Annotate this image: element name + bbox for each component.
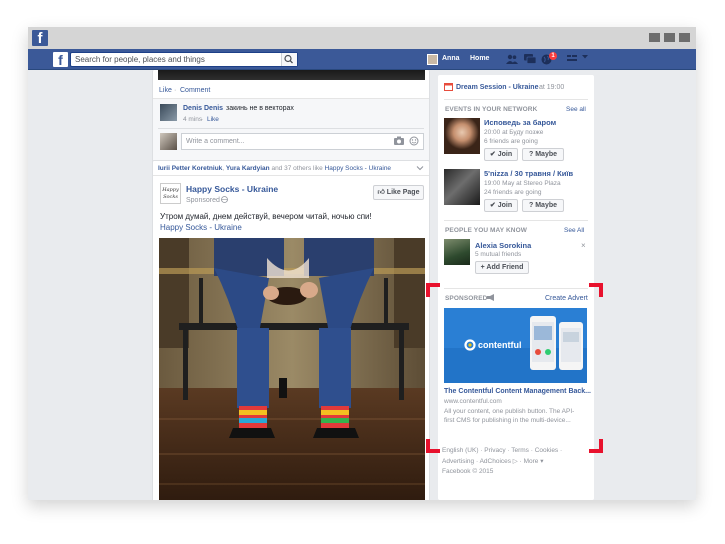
messages-icon[interactable] [524,54,537,67]
right-sidebar: Dream Session - Ukraine at 19:00 EVENTS … [438,75,594,500]
event-friends-going: 24 friends are going [484,189,542,196]
comment-author[interactable]: Denis Denis [183,105,223,112]
event-photo[interactable] [444,169,480,205]
events-heading: EVENTS IN YOUR NETWORK [445,106,538,113]
friend-requests-icon[interactable] [506,54,518,67]
divider [444,288,588,289]
notification-badge: 1 [549,52,557,60]
pymk-see-all-link[interactable]: See All [564,227,584,234]
divider [444,99,588,100]
like-page-button[interactable]: 👍︎ Like Page [373,185,424,200]
add-friend-icon: + [480,264,485,271]
post-photo[interactable] [159,238,425,500]
dream-session-link[interactable]: Dream Session - Ukraine [456,84,538,91]
post-text: Утром думай, днем действуй, вечером чита… [160,212,372,221]
camera-icon[interactable] [394,136,404,147]
ad-image[interactable]: contentful [444,308,587,383]
previous-post-media [158,70,425,80]
event-friends-going: 6 friends are going [484,138,538,145]
join-button[interactable]: ✔ Join [484,199,518,212]
person-name[interactable]: Alexia Sorokina [475,241,531,250]
close-window-button[interactable] [679,33,690,42]
checkmark-icon: ✔ [489,151,496,158]
search-button[interactable] [281,53,297,66]
event-title[interactable]: 5'nizza / 30 травня / Київ [484,169,573,178]
ad-description: first CMS for publishing in the multi-de… [444,417,571,424]
facebook-logo[interactable]: f [53,52,68,67]
facebook-top-bar: f Search for people, places and things A… [28,49,696,70]
search-input[interactable]: Search for people, places and things [70,52,298,67]
divider [158,128,424,129]
ad-description: All your content, one publish button. Th… [444,408,575,415]
maximize-button[interactable] [664,33,675,42]
social-context-bar: Iurii Petter Koretniuk, Yura Kardyian an… [153,161,429,176]
comment-text: закинь не в векторах [226,105,294,112]
event-time: 20:00 at Буду позже [484,129,544,136]
footer-links[interactable]: Advertising · AdChoices ▷ · More ▾ [442,457,543,465]
event-title[interactable]: Исповедь за баром [484,118,556,127]
current-user-avatar [160,133,177,150]
like-link[interactable]: Like [159,87,172,94]
mutual-friends: 5 mutual friends [475,251,522,258]
page-link[interactable]: Happy Socks - Ukraine [325,165,391,172]
sitting-man-photo [159,238,425,500]
ad-title-link[interactable]: The Contentful Content Management Back..… [444,388,591,395]
sponsored-heading: SPONSORED [445,295,488,302]
maybe-button[interactable]: ? Maybe [522,199,564,212]
emoji-icon[interactable] [409,136,419,148]
megaphone-icon [487,294,495,303]
sponsored-label[interactable]: Sponsored [186,197,220,204]
question-icon: ? [528,202,534,209]
chevron-down-icon[interactable] [581,53,589,64]
facebook-app-icon: f [32,30,48,46]
divider [444,220,588,221]
search-placeholder: Search for people, places and things [75,55,205,64]
close-icon[interactable]: × [581,241,586,250]
page-logo[interactable]: Happy Socks [160,183,181,204]
comment-link[interactable]: Comment [180,87,210,94]
dream-session-time: at 19:00 [539,84,565,91]
events-see-all-link[interactable]: See all [566,106,586,113]
pymk-heading: PEOPLE YOU MAY KNOW [445,227,527,234]
profile-link[interactable]: Anna [442,55,460,62]
window-title-bar: f [28,27,696,49]
ad-brand-text: contentful [478,340,522,350]
event-time: 19:00 May at Stereo Plaza [484,180,561,187]
commenter-avatar[interactable] [160,104,177,121]
thumbs-up-icon: 👍︎ [377,189,385,196]
comment-time[interactable]: 4 mins [183,116,202,123]
checkmark-icon: ✔ [489,202,496,209]
add-friend-button[interactable]: + Add Friend [475,261,529,274]
minimize-button[interactable] [649,33,660,42]
create-advert-link[interactable]: Create Advert [545,295,588,302]
friend-link[interactable]: Iurii Petter Koretniuk [158,165,222,172]
person-photo[interactable] [444,239,470,265]
page-name[interactable]: Happy Socks - Ukraine [186,184,278,194]
home-link[interactable]: Home [470,55,489,62]
search-icon [284,54,293,64]
join-button[interactable]: ✔ Join [484,148,518,161]
browser-window: f f Search for people, places and things… [28,27,696,500]
ad-url[interactable]: www.contentful.com [444,398,502,405]
footer-links[interactable]: English (UK) · Privacy · Terms · Cookies… [442,447,562,454]
friend-link[interactable]: Yura Kardyian [226,165,270,172]
globe-icon [221,196,228,205]
copyright: Facebook © 2015 [442,468,494,475]
comment-like-link[interactable]: Like [207,116,219,123]
calendar-icon [444,82,453,93]
post-link[interactable]: Happy Socks - Ukraine [160,223,242,232]
privacy-shortcuts-icon[interactable] [567,54,577,66]
post-options-icon[interactable] [416,164,424,174]
maybe-button[interactable]: ? Maybe [522,148,564,161]
write-comment-input[interactable]: Write a comment... [181,133,424,150]
question-icon: ? [528,151,534,158]
sponsored-post-card: Iurii Petter Koretniuk, Yura Kardyian an… [152,160,430,500]
user-avatar[interactable] [427,54,438,65]
event-photo[interactable] [444,118,480,154]
